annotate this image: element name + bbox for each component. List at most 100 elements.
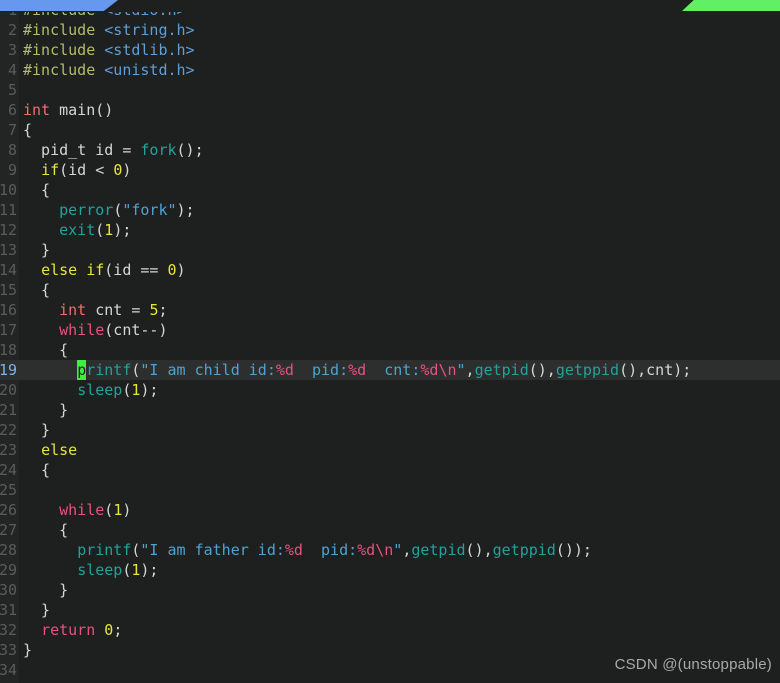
line-number: 23 xyxy=(0,441,17,459)
code-token: else xyxy=(41,441,78,459)
editor-surface[interactable]: 1#include <stdio.h>2#include <string.h>3… xyxy=(0,0,780,683)
line-number: 27 xyxy=(0,521,17,539)
code-text: #include <stdlib.h> xyxy=(23,40,195,60)
code-token: ) xyxy=(122,501,132,519)
code-text: while(cnt--) xyxy=(23,320,168,340)
code-line[interactable]: 3 #include <stdlib.h> xyxy=(0,40,780,60)
code-line[interactable]: 25 xyxy=(0,480,780,500)
code-token: #include xyxy=(23,41,105,59)
code-line[interactable]: 13 } xyxy=(0,240,780,260)
code-token: 1 xyxy=(104,221,114,239)
code-token: sleep xyxy=(77,561,123,579)
tab-strip-status-indicator[interactable] xyxy=(682,0,780,11)
code-line[interactable]: 23 else xyxy=(0,440,780,460)
code-token: , xyxy=(465,361,475,379)
line-number: 6 xyxy=(7,101,17,119)
line-number: 26 xyxy=(0,501,17,519)
code-line[interactable]: 31 } xyxy=(0,600,780,620)
code-token: "I am child id: xyxy=(140,361,276,379)
code-token: pid: xyxy=(293,361,349,379)
code-token: ( xyxy=(113,201,123,219)
code-line[interactable]: 29 sleep(1); xyxy=(0,560,780,580)
code-token: perror xyxy=(59,201,114,219)
code-token: %d xyxy=(284,541,303,559)
code-text: #include <unistd.h> xyxy=(23,60,195,80)
code-line[interactable]: 17 while(cnt--) xyxy=(0,320,780,340)
code-line[interactable]: 9 if(id < 0) xyxy=(0,160,780,180)
code-text: } xyxy=(23,580,68,600)
code-token: (), xyxy=(619,361,647,379)
tab-strip-active-tab[interactable] xyxy=(0,0,118,11)
code-line[interactable]: 14 else if(id == 0) xyxy=(0,260,780,280)
code-token: %d xyxy=(275,361,294,379)
code-line[interactable]: 15 { xyxy=(0,280,780,300)
code-token: } xyxy=(23,401,69,419)
code-text: { xyxy=(23,520,68,540)
code-line[interactable]: 26 while(1) xyxy=(0,500,780,520)
code-token: <unistd.h> xyxy=(104,61,195,79)
code-token: { xyxy=(23,281,51,299)
code-line[interactable]: 24 { xyxy=(0,460,780,480)
code-line[interactable]: 20 sleep(1); xyxy=(0,380,780,400)
code-token: pid: xyxy=(302,541,358,559)
code-token: getppid xyxy=(555,361,620,379)
code-text: int main() xyxy=(23,100,113,120)
code-text: { xyxy=(23,180,50,200)
code-token: getpid xyxy=(411,541,466,559)
csdn-watermark: CSDN @(unstoppable) xyxy=(614,656,772,673)
code-token: { xyxy=(23,521,69,539)
code-line[interactable]: 18 { xyxy=(0,340,780,360)
code-line[interactable]: 32 return 0; xyxy=(0,620,780,640)
code-line[interactable]: 12 exit(1); xyxy=(0,220,780,240)
code-token: (cnt--) xyxy=(104,321,168,339)
line-number: 30 xyxy=(0,581,17,599)
code-line[interactable]: 7{ xyxy=(0,120,780,140)
code-lines-container[interactable]: 1#include <stdio.h>2#include <string.h>3… xyxy=(0,0,780,680)
line-number: 9 xyxy=(7,161,17,179)
code-line[interactable]: 21 } xyxy=(0,400,780,420)
code-token: } xyxy=(23,421,51,439)
code-token: int xyxy=(59,301,87,319)
code-line[interactable]: 4 #include <unistd.h> xyxy=(0,60,780,80)
code-text: sleep(1); xyxy=(23,380,158,400)
code-token: , xyxy=(402,541,412,559)
code-line[interactable]: 11 perror("fork"); xyxy=(0,200,780,220)
code-text: int cnt = 5; xyxy=(23,300,167,320)
code-line[interactable]: 16 int cnt = 5; xyxy=(0,300,780,320)
code-line[interactable]: 27 { xyxy=(0,520,780,540)
line-number: 12 xyxy=(0,221,17,239)
code-text: pid_t id = fork(); xyxy=(23,140,204,160)
line-number: 32 xyxy=(0,621,17,639)
code-line[interactable]: 5 xyxy=(0,80,780,100)
code-line[interactable]: 30 } xyxy=(0,580,780,600)
code-token: ( xyxy=(95,221,105,239)
code-editor-window: 1#include <stdio.h>2#include <string.h>3… xyxy=(0,0,780,683)
line-number: 3 xyxy=(7,41,17,59)
code-token: if xyxy=(41,161,60,179)
code-token: %d xyxy=(348,361,367,379)
code-token: while xyxy=(59,501,105,519)
line-number: 16 xyxy=(0,301,17,319)
code-token: () xyxy=(95,101,114,119)
code-line[interactable]: 22 } xyxy=(0,420,780,440)
code-token: exit xyxy=(59,221,96,239)
code-line[interactable]: 6 int main() xyxy=(0,100,780,120)
window-top-bar xyxy=(0,0,780,12)
code-line[interactable]: 19 printf("I am child id:%d pid:%d cnt:%… xyxy=(0,360,780,380)
code-text: exit(1); xyxy=(23,220,131,240)
code-line[interactable]: 8 pid_t id = fork(); xyxy=(0,140,780,160)
code-token: cnt: xyxy=(366,361,421,379)
code-token: <string.h> xyxy=(104,21,195,39)
code-token: ) xyxy=(122,161,132,179)
code-text: } xyxy=(23,240,50,260)
code-line[interactable]: 2 #include <string.h> xyxy=(0,20,780,40)
code-line[interactable]: 28 printf("I am father id:%d pid:%d\n",g… xyxy=(0,540,780,560)
code-token: 0 xyxy=(167,261,177,279)
line-number: 19 xyxy=(0,361,17,379)
code-line[interactable]: 10 { xyxy=(0,180,780,200)
